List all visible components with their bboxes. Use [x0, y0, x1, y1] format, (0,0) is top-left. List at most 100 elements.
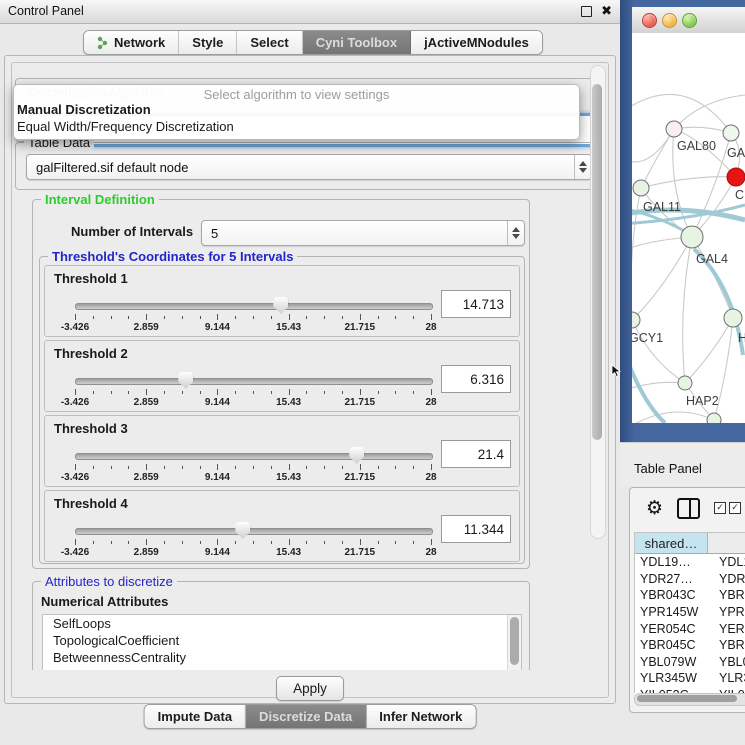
- close-x-icon[interactable]: ✖: [601, 3, 612, 19]
- discretize-content-pane: Discretization Algorithm Table Data galF…: [11, 62, 609, 698]
- tab-cyni-toolbox[interactable]: Cyni Toolbox: [303, 31, 411, 54]
- network-node-hap2[interactable]: [678, 376, 692, 390]
- network-node-label: GA: [727, 146, 745, 160]
- gear-icon[interactable]: ⚙: [646, 499, 663, 518]
- threshold-value-field[interactable]: 14.713: [441, 290, 511, 318]
- threshold-panel-1: Threshold 1-3.4262.8599.14415.4321.71528…: [44, 265, 520, 337]
- table-row[interactable]: YBR043CYBR0: [635, 587, 745, 604]
- slider-track[interactable]: [75, 528, 433, 535]
- slider-tick-labels: -3.4262.8599.14415.4321.71528: [75, 472, 431, 483]
- attribute-list-item[interactable]: TopologicalCoefficient: [43, 632, 521, 649]
- threshold-value-field[interactable]: 21.4: [441, 440, 511, 468]
- threshold-slider[interactable]: -3.4262.8599.14415.4321.71528: [75, 298, 431, 332]
- network-node-ga[interactable]: [723, 125, 739, 141]
- network-node-h[interactable]: [724, 309, 742, 327]
- column-header-1[interactable]: na: [708, 533, 745, 553]
- table-data-combobox[interactable]: galFiltered.sif default node: [26, 154, 592, 180]
- network-window-titlebar: [632, 7, 745, 34]
- slider-track[interactable]: [75, 378, 433, 385]
- slider-thumb-icon[interactable]: [349, 447, 364, 464]
- slider-track[interactable]: [75, 303, 433, 310]
- slider-thumb-icon[interactable]: [235, 522, 250, 539]
- thresholds-group: Threshold's Coordinates for 5 Intervals …: [39, 256, 525, 564]
- table-row[interactable]: YER054CYER0: [635, 620, 745, 637]
- checked-checkbox-icon[interactable]: ✓: [729, 502, 741, 514]
- attributes-list-scrollbar[interactable]: [507, 615, 521, 670]
- settings-scroll-viewport: Interval Definition Number of Intervals …: [16, 192, 606, 670]
- tab-infer-network[interactable]: Infer Network: [366, 705, 475, 728]
- threshold-slider[interactable]: -3.4262.8599.14415.4321.71528: [75, 523, 431, 557]
- network-edge[interactable]: [692, 237, 733, 318]
- network-edge-highlighted[interactable]: [632, 340, 665, 423]
- checked-checkbox-icon[interactable]: ✓: [714, 502, 726, 514]
- table-panel-title: Table Panel: [634, 461, 702, 476]
- popup-item-manual-discretization[interactable]: Manual Discretization: [17, 102, 151, 117]
- node-table[interactable]: shared…na YDL19…YDL1YDR27…YDR2YBR043CYBR…: [634, 532, 745, 693]
- network-canvas[interactable]: GAL80GACGAL11GAL4GCY1HHAP2: [632, 33, 745, 423]
- table-row[interactable]: YLR345WYLR3: [635, 670, 745, 687]
- combo-stepper-icon: [507, 221, 524, 245]
- slider-thumb-icon[interactable]: [273, 297, 288, 314]
- tab-jactivemnodules[interactable]: jActiveMNodules: [411, 31, 542, 54]
- thresholds-title: Threshold's Coordinates for 5 Intervals: [48, 249, 297, 264]
- interval-definition-label: Interval Definition: [41, 192, 159, 207]
- popup-item-equal-width-frequency[interactable]: Equal Width/Frequency Discretization: [17, 119, 234, 134]
- table-panel: ⚙ ✓ ✓ shared…na YDL19…YDL1YDR27…YDR2YBR0…: [629, 487, 745, 713]
- tab-style[interactable]: Style: [179, 31, 237, 54]
- network-edge[interactable]: [641, 177, 736, 188]
- float-square-icon[interactable]: [581, 6, 592, 17]
- zoom-traffic-light[interactable]: [682, 13, 697, 28]
- tab-impute-data[interactable]: Impute Data: [145, 705, 246, 728]
- bottom-tab-bar: Impute DataDiscretize DataInfer Network: [144, 704, 477, 729]
- table-row[interactable]: YBL079WYBL0: [635, 654, 745, 671]
- slider-tick-labels: -3.4262.8599.14415.4321.71528: [75, 322, 431, 333]
- network-edge[interactable]: [632, 412, 714, 423]
- apply-button[interactable]: Apply: [276, 676, 344, 701]
- network-node[interactable]: [707, 413, 721, 423]
- network-edge[interactable]: [674, 95, 745, 129]
- network-window: GAL80GACGAL11GAL4GCY1HHAP2: [632, 7, 745, 423]
- slider-ticks: [75, 464, 431, 471]
- control-panel-titlebar: Control Panel ✖: [0, 0, 620, 24]
- tab-network[interactable]: Network: [84, 31, 179, 54]
- minimize-traffic-light[interactable]: [662, 13, 677, 28]
- slider-ticks: [75, 314, 431, 321]
- table-row[interactable]: YBR045CYBR0: [635, 637, 745, 654]
- network-edge[interactable]: [683, 237, 692, 383]
- checkbox-icons[interactable]: ✓ ✓: [714, 502, 741, 514]
- slider-thumb-icon[interactable]: [178, 372, 193, 389]
- network-node-label: GAL4: [696, 252, 728, 266]
- tab-discretize-data[interactable]: Discretize Data: [246, 705, 366, 728]
- threshold-value-field[interactable]: 6.316: [441, 365, 511, 393]
- tab-select[interactable]: Select: [237, 31, 302, 54]
- split-panel-icon[interactable]: [677, 498, 700, 519]
- network-edge[interactable]: [632, 188, 641, 320]
- threshold-slider[interactable]: -3.4262.8599.14415.4321.71528: [75, 448, 431, 482]
- table-row[interactable]: YDL19…YDL1: [635, 554, 745, 571]
- table-horizontal-scrollbar[interactable]: [634, 693, 745, 706]
- network-edge[interactable]: [685, 318, 733, 383]
- threshold-value-field[interactable]: 11.344: [441, 515, 511, 543]
- interval-definition-group: Interval Definition Number of Intervals …: [32, 199, 530, 569]
- numerical-attributes-list[interactable]: SelfLoopsTopologicalCoefficientBetweenne…: [42, 614, 522, 670]
- network-node-label: C: [735, 188, 744, 202]
- settings-vertical-scrollbar[interactable]: [590, 65, 606, 539]
- slider-track[interactable]: [75, 453, 433, 460]
- control-panel: Control Panel ✖ NetworkStyleSelectCyni T…: [0, 0, 620, 745]
- attribute-list-item[interactable]: BetweennessCentrality: [43, 649, 521, 666]
- threshold-panel-3: Threshold 3-3.4262.8599.14415.4321.71528…: [44, 415, 520, 487]
- network-edge[interactable]: [632, 320, 685, 383]
- column-header-0[interactable]: shared…: [635, 533, 708, 553]
- network-node-gal4[interactable]: [681, 226, 703, 248]
- network-node-gcy1[interactable]: [632, 312, 640, 328]
- table-row[interactable]: YDR27…YDR2: [635, 571, 745, 588]
- network-node-gal11[interactable]: [633, 180, 649, 196]
- table-row[interactable]: YPR145WYPR1: [635, 604, 745, 621]
- threshold-slider[interactable]: -3.4262.8599.14415.4321.71528: [75, 373, 431, 407]
- network-node-gal80[interactable]: [666, 121, 682, 137]
- network-node-c[interactable]: [727, 168, 745, 186]
- combo-stepper-icon: [574, 155, 591, 179]
- number-of-intervals-combobox[interactable]: 5: [201, 220, 525, 246]
- attribute-list-item[interactable]: SelfLoops: [43, 615, 521, 632]
- close-traffic-light[interactable]: [642, 13, 657, 28]
